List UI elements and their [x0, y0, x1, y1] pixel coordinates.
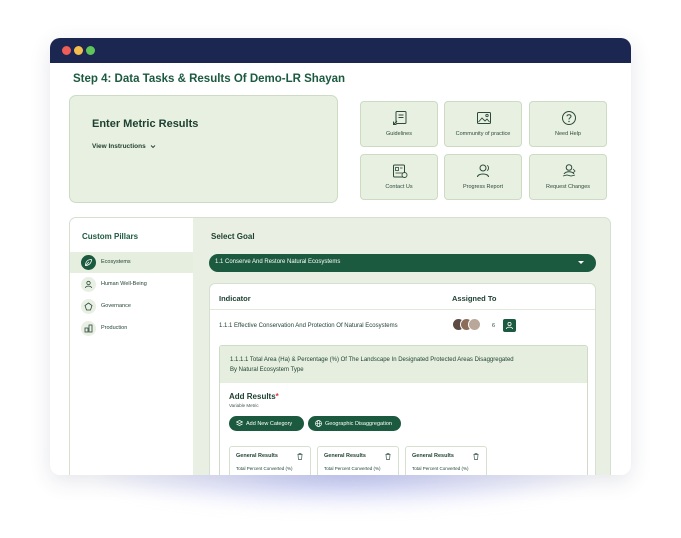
col-assigned-to: Assigned To — [452, 294, 497, 303]
governance-icon — [81, 299, 96, 314]
help-icon — [562, 111, 576, 125]
general-results-title: General Results — [236, 453, 278, 459]
tile-request-changes[interactable]: Request Changes — [529, 154, 607, 200]
tile-label: Contact Us — [385, 184, 413, 190]
tile-progress-report[interactable]: Progress Report — [444, 154, 522, 200]
assign-user-button[interactable] — [503, 319, 516, 332]
layers-icon — [236, 420, 243, 426]
general-results-title: General Results — [324, 453, 366, 459]
trash-icon[interactable] — [297, 453, 303, 460]
general-results-subtitle: Total Percent Converted (%) — [236, 466, 293, 471]
add-new-category-button[interactable]: Add New Category — [229, 416, 304, 431]
indicator-table: Indicator Assigned To 1.1.1 Effective Co… — [209, 283, 596, 475]
avatar — [468, 318, 481, 331]
geographic-disaggregation-label: Geographic Disaggregation — [325, 421, 392, 427]
pillars-sidebar: Custom Pillars Ecosystems Human Well-Bei… — [70, 218, 193, 475]
indicator-row-title[interactable]: 1.1.1 Effective Conservation And Protect… — [219, 323, 398, 329]
tile-need-help[interactable]: Need Help — [529, 101, 607, 147]
assignee-count: 6 — [492, 323, 496, 329]
globe-icon — [315, 420, 322, 427]
sub-indicator-card: 1.1.1.1 Total Area (Ha) & Percentage (%)… — [219, 345, 588, 475]
select-goal-label: Select Goal — [211, 232, 255, 241]
sidebar-item-label: Governance — [101, 303, 131, 309]
sidebar-item-governance[interactable]: Governance — [70, 296, 193, 317]
leaf-icon — [81, 255, 96, 270]
general-results-card: General Results Total Percent Converted … — [229, 446, 311, 475]
metric-results-card: Enter Metric Results View Instructions — [69, 95, 338, 203]
tile-label: Community of practice — [455, 131, 511, 137]
image-icon — [477, 112, 491, 124]
tile-label: Need Help — [555, 131, 581, 137]
sub-indicator-header: 1.1.1.1 Total Area (Ha) & Percentage (%)… — [220, 346, 587, 383]
trash-icon[interactable] — [473, 453, 479, 460]
general-results-card: General Results Total Percent Converted … — [405, 446, 487, 475]
minimize-window-dot[interactable] — [74, 46, 83, 55]
tile-label: Progress Report — [462, 184, 504, 190]
view-instructions-label: View Instructions — [92, 143, 146, 150]
trash-icon[interactable] — [385, 453, 391, 460]
maximize-window-dot[interactable] — [86, 46, 95, 55]
col-indicator: Indicator — [219, 294, 251, 303]
person-icon — [81, 277, 96, 292]
metric-results-title: Enter Metric Results — [92, 118, 199, 130]
tile-contact-us[interactable]: Contact Us — [360, 154, 438, 200]
production-icon — [81, 321, 96, 336]
sub-indicator-title: 1.1.1.1 Total Area (Ha) & Percentage (%)… — [230, 357, 514, 373]
chevron-down-icon — [150, 144, 155, 148]
variable-metric-label: Variable Metric — [229, 403, 259, 408]
user-icon — [506, 321, 513, 330]
required-marker: * — [275, 392, 279, 401]
tile-guidelines[interactable]: Guidelines — [360, 101, 438, 147]
request-changes-icon — [562, 164, 576, 177]
indicator-table-header: Indicator Assigned To — [210, 284, 595, 310]
general-results-subtitle: Total Percent Converted (%) — [324, 466, 381, 471]
geographic-disaggregation-button[interactable]: Geographic Disaggregation — [308, 416, 401, 431]
add-results-heading: Add Results* — [229, 392, 279, 401]
contact-icon — [393, 164, 408, 178]
sidebar-item-production[interactable]: Production — [70, 318, 193, 339]
window-titlebar — [50, 38, 631, 63]
tile-community-of-practice[interactable]: Community of practice — [444, 101, 522, 147]
general-results-card: General Results Total Percent Converted … — [317, 446, 399, 475]
general-results-title: General Results — [412, 453, 454, 459]
tile-label: Request Changes — [545, 184, 591, 190]
goal-dropdown[interactable]: 1.1 Conserve And Restore Natural Ecosyst… — [209, 254, 596, 272]
sidebar-item-label: Production — [101, 325, 128, 331]
browser-window: Step 4: Data Tasks & Results Of Demo-LR … — [50, 38, 631, 475]
sidebar-item-label: Ecosystems — [101, 259, 131, 265]
goal-dropdown-value: 1.1 Conserve And Restore Natural Ecosyst… — [215, 259, 341, 265]
sidebar-title: Custom Pillars — [82, 232, 139, 241]
add-new-category-label: Add New Category — [246, 421, 293, 427]
people-icon — [477, 164, 489, 178]
caret-down-icon — [578, 261, 584, 264]
general-results-subtitle: Total Percent Converted (%) — [412, 466, 469, 471]
sidebar-item-label: Human Well-Being — [101, 281, 147, 287]
sidebar-item-ecosystems[interactable]: Ecosystems — [70, 252, 193, 273]
sidebar-item-human-well-being[interactable]: Human Well-Being — [70, 274, 193, 295]
guidelines-icon — [393, 111, 407, 125]
results-panel: Custom Pillars Ecosystems Human Well-Bei… — [69, 217, 611, 475]
close-window-dot[interactable] — [62, 46, 71, 55]
add-results-label: Add Results — [229, 392, 276, 401]
view-instructions-link[interactable]: View Instructions — [92, 143, 156, 150]
stage: Step 4: Data Tasks & Results Of Demo-LR … — [0, 0, 681, 538]
page-title: Step 4: Data Tasks & Results Of Demo-LR … — [73, 73, 346, 85]
tile-label: Guidelines — [386, 131, 412, 137]
